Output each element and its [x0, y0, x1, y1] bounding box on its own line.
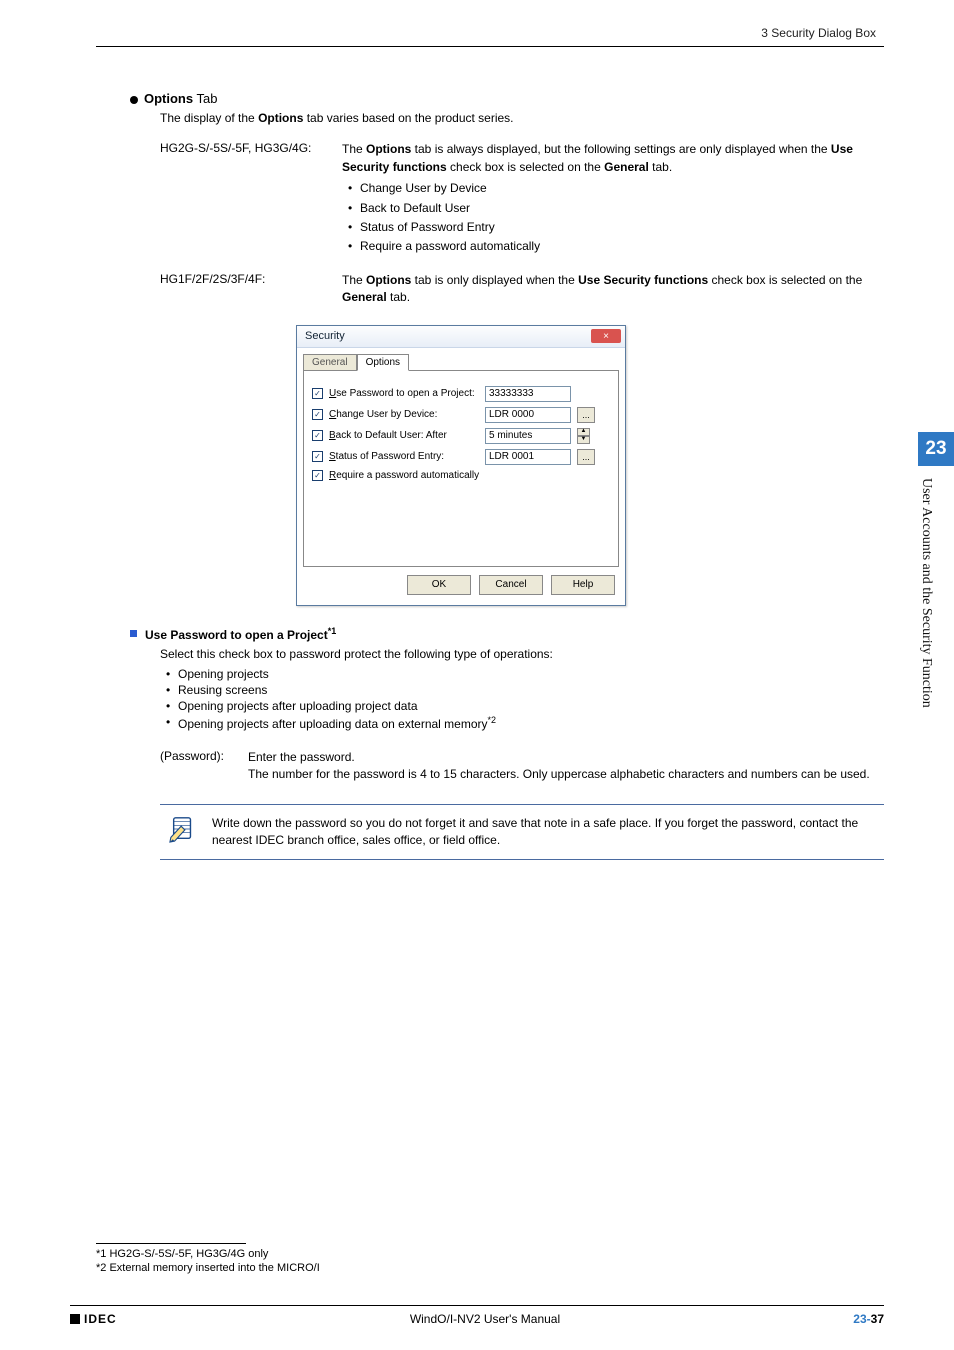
- chapter-label: User Accounts and the Security Function: [918, 466, 941, 796]
- list-item: Change User by Device: [348, 180, 884, 197]
- heading-bold: Options: [144, 91, 193, 106]
- series-desc-2: The Options tab is only displayed when t…: [342, 272, 884, 307]
- checkbox-status-pw[interactable]: [312, 451, 323, 462]
- logo-text: IDEC: [84, 1312, 117, 1326]
- note-text: Write down the password so you do not fo…: [212, 815, 878, 850]
- password-key: (Password):: [160, 749, 242, 784]
- spinner-minutes[interactable]: ▲▼: [577, 428, 590, 444]
- list-item: Reusing screens: [166, 683, 884, 697]
- list-item: Opening projects: [166, 667, 884, 681]
- breadcrumb: 3 Security Dialog Box: [96, 26, 884, 40]
- section-intro: The display of the Options tab varies ba…: [160, 110, 884, 127]
- tab-general[interactable]: General: [303, 354, 357, 371]
- footnote-1: *1 HG2G-S/-5S/-5F, HG3G/4G only: [96, 1248, 876, 1260]
- sub-heading: Use Password to open a Project*1: [130, 626, 884, 642]
- page-number: 23-37: [853, 1312, 884, 1326]
- label-use-password: Use Password to open a Project:: [329, 388, 479, 399]
- sub-intro: Select this check box to password protec…: [160, 646, 884, 663]
- logo-box-icon: [70, 1314, 80, 1324]
- input-project-password[interactable]: [485, 386, 571, 402]
- ok-button[interactable]: OK: [407, 575, 471, 595]
- password-line1: Enter the password.: [248, 749, 884, 766]
- series-row-2: HG1F/2F/2S/3F/4F: The Options tab is onl…: [160, 272, 884, 307]
- series-row-1: HG2G-S/-5S/-5F, HG3G/4G: The Options tab…: [160, 141, 884, 257]
- page-footer: IDEC WindO/I-NV2 User's Manual 23-37: [70, 1305, 884, 1326]
- tab-options[interactable]: Options: [357, 354, 409, 371]
- bullet-icon: [130, 96, 138, 104]
- browse-button-change-user[interactable]: ...: [577, 407, 595, 423]
- close-button[interactable]: ×: [591, 329, 621, 343]
- label-change-user: Change User by Device:: [329, 409, 479, 420]
- chapter-number: 23: [918, 432, 954, 466]
- footnote-2: *2 External memory inserted into the MIC…: [96, 1262, 876, 1274]
- square-bullet-icon: [130, 630, 137, 637]
- series-label-1: HG2G-S/-5S/-5F, HG3G/4G:: [160, 141, 332, 257]
- heading-rest: Tab: [193, 91, 217, 106]
- section-heading: Options Tab: [130, 91, 884, 106]
- list-item: Status of Password Entry: [348, 219, 884, 236]
- list-item: Require a password automatically: [348, 238, 884, 255]
- label-require-pw: Require a password automatically: [329, 470, 529, 481]
- checkbox-change-user[interactable]: [312, 409, 323, 420]
- checkbox-require-pw[interactable]: [312, 470, 323, 481]
- dialog-title: Security: [305, 330, 345, 342]
- checkbox-back-default[interactable]: [312, 430, 323, 441]
- chapter-tab: 23 User Accounts and the Security Functi…: [918, 432, 954, 796]
- help-button[interactable]: Help: [551, 575, 615, 595]
- password-block: (Password): Enter the password. The numb…: [160, 749, 884, 784]
- label-back-default: Back to Default User: After: [329, 430, 479, 441]
- list-item: Opening projects after uploading data on…: [166, 715, 884, 731]
- dialog-titlebar: Security ×: [297, 326, 625, 348]
- checkbox-use-password[interactable]: [312, 388, 323, 399]
- note-icon: [166, 815, 200, 850]
- footnotes: *1 HG2G-S/-5S/-5F, HG3G/4G only *2 Exter…: [96, 1243, 876, 1276]
- note-box: Write down the password so you do not fo…: [160, 804, 884, 861]
- footer-title: WindO/I-NV2 User's Manual: [410, 1312, 560, 1326]
- list-item: Back to Default User: [348, 200, 884, 217]
- label-status-pw: Status of Password Entry:: [329, 451, 479, 462]
- logo: IDEC: [70, 1312, 117, 1326]
- browse-button-status-pw[interactable]: ...: [577, 449, 595, 465]
- cancel-button[interactable]: Cancel: [479, 575, 543, 595]
- input-status-pw-device[interactable]: [485, 449, 571, 465]
- list-item: Opening projects after uploading project…: [166, 699, 884, 713]
- input-change-user-device[interactable]: [485, 407, 571, 423]
- options-panel: Use Password to open a Project: Change U…: [303, 370, 619, 567]
- series-label-2: HG1F/2F/2S/3F/4F:: [160, 272, 332, 307]
- security-dialog: Security × General Options Use Password …: [296, 325, 626, 606]
- series-desc-1: The Options tab is always displayed, but…: [342, 141, 884, 257]
- password-line2: The number for the password is 4 to 15 c…: [248, 766, 884, 783]
- input-back-default-minutes[interactable]: [485, 428, 571, 444]
